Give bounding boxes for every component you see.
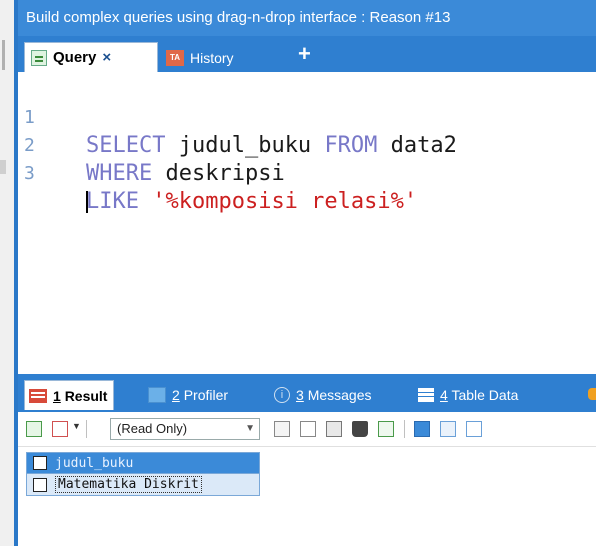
result-icon: [29, 388, 47, 403]
result-grid: judul_buku Matematika Diskrit: [26, 452, 260, 496]
delete-icon[interactable]: [352, 421, 368, 437]
history-icon: TA: [166, 50, 184, 66]
duplicate-row-icon[interactable]: [300, 421, 316, 437]
line-number: 3: [24, 163, 35, 184]
code-line: 1 SELECT judul_buku FROM data2: [18, 76, 457, 158]
keyword-token: FROM: [324, 133, 378, 158]
sql-editor[interactable]: 1 SELECT judul_buku FROM data2 2 WHERE d…: [18, 72, 596, 372]
editor-tab-strip: Query × TA History +: [18, 36, 596, 72]
tab-result[interactable]: 1 Result: [24, 380, 115, 410]
promo-banner[interactable]: Build complex queries using drag-n-drop …: [18, 0, 596, 36]
add-tab-button[interactable]: +: [298, 42, 311, 66]
grid-header-row: judul_buku: [26, 452, 260, 474]
read-only-select-value: (Read Only): [117, 421, 188, 436]
identifier-token: deskripsi: [152, 161, 285, 186]
save-icon[interactable]: [326, 421, 342, 437]
refresh-icon[interactable]: [378, 421, 394, 437]
chevron-down-icon[interactable]: ▼: [72, 421, 81, 431]
close-icon[interactable]: ×: [102, 49, 111, 66]
tab-profiler-number: 2: [172, 387, 180, 403]
profiler-icon: [148, 387, 166, 403]
tab-messages-number: 3: [296, 387, 304, 403]
tab-table-data-number: 4: [440, 387, 448, 403]
tab-history-label: History: [190, 50, 234, 66]
tab-query[interactable]: Query ×: [24, 42, 158, 72]
code-text: WHERE deskripsi: [86, 160, 285, 188]
left-gutter-strip: [0, 0, 14, 546]
result-tab-strip: 1 Result 2 Profiler i 3 Messages 4 Table…: [18, 374, 596, 412]
tab-messages[interactable]: i 3 Messages: [274, 382, 372, 408]
tab-profiler-label: Profiler: [183, 387, 229, 403]
row-checkbox[interactable]: [33, 477, 47, 492]
tab-profiler[interactable]: 2 Profiler: [148, 382, 228, 408]
text-view-icon[interactable]: [466, 421, 482, 437]
string-token: '%komposisi relasi%': [152, 189, 418, 214]
keyword-token: LIKE: [86, 189, 139, 214]
info-icon: i: [274, 387, 290, 403]
code-line: 2 WHERE deskripsi: [18, 104, 285, 186]
gutter-marker: [2, 40, 5, 70]
select-all-checkbox[interactable]: [33, 456, 47, 470]
code-line: 3 LIKE '%komposisi relasi%': [18, 132, 417, 214]
code-text: LIKE '%komposisi relasi%': [86, 188, 417, 216]
grid-view-icon[interactable]: [414, 421, 430, 437]
tab-messages-label: Messages: [307, 387, 372, 403]
keyword-token: WHERE: [86, 161, 153, 186]
divider: [404, 420, 405, 438]
query-icon: [31, 49, 47, 66]
form-view-icon[interactable]: [440, 421, 456, 437]
identifier-token: data2: [377, 133, 457, 158]
tab-result-label: Result: [64, 387, 108, 404]
code-text: SELECT judul_buku FROM data2: [86, 132, 457, 160]
overflow-indicator-icon: [588, 388, 596, 400]
tab-table-data-label: Table Data: [451, 387, 519, 403]
grid-layout-icon[interactable]: [52, 421, 68, 437]
result-toolbar: ▼ (Read Only) ▼: [18, 412, 596, 447]
tab-history[interactable]: TA History: [166, 46, 234, 70]
table-cell[interactable]: Matematika Diskrit: [55, 476, 202, 493]
identifier-token: judul_buku: [165, 133, 325, 158]
add-row-icon[interactable]: [274, 421, 290, 437]
tab-query-label: Query: [53, 49, 97, 66]
keyword-token: SELECT: [86, 133, 166, 158]
tab-table-data[interactable]: 4 Table Data: [418, 382, 518, 408]
read-only-select[interactable]: (Read Only) ▼: [110, 418, 260, 440]
column-header[interactable]: judul_buku: [55, 456, 133, 471]
divider: [86, 420, 87, 438]
tab-result-number: 1: [53, 387, 61, 404]
chevron-down-icon: ▼: [245, 423, 255, 434]
table-icon: [418, 388, 434, 402]
gutter-marker: [0, 160, 6, 174]
table-row[interactable]: Matematika Diskrit: [26, 474, 260, 496]
export-icon[interactable]: [26, 421, 42, 437]
